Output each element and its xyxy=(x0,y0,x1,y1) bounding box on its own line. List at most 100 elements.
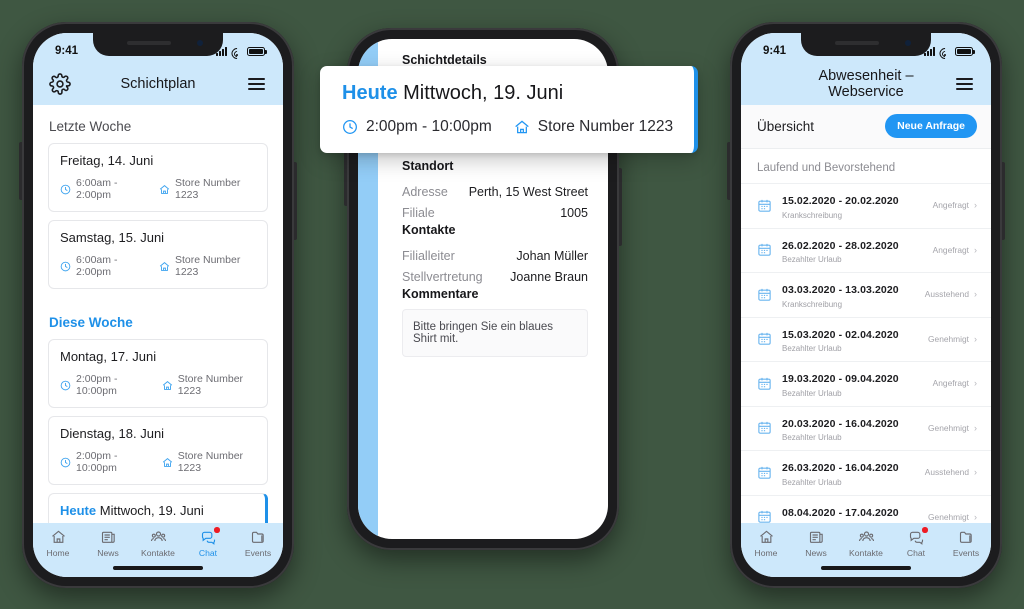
absence-row[interactable]: 03.03.2020 - 13.03.2020 Krankschreibung … xyxy=(741,272,991,317)
tab-kontakte[interactable]: Kontakte xyxy=(133,529,183,558)
calendar-icon xyxy=(757,509,772,523)
tab-news[interactable]: News xyxy=(791,529,841,558)
status-label: Angefragt xyxy=(932,200,969,211)
chevron-right-icon: › xyxy=(974,511,977,522)
tab-home[interactable]: Home xyxy=(741,529,791,558)
absence-dates: 15.02.2020 - 20.02.2020 xyxy=(782,195,899,207)
absence-text: 08.04.2020 - 17.04.2020 Bezahlter Urlaub xyxy=(782,503,918,524)
absence-row[interactable]: 15.02.2020 - 20.02.2020 Krankschreibung … xyxy=(741,183,991,228)
hamburger-menu-icon[interactable] xyxy=(953,73,975,95)
absence-row[interactable]: 26.03.2020 - 16.04.2020 Bezahlter Urlaub… xyxy=(741,450,991,495)
detail-value: Joanne Braun xyxy=(510,269,588,284)
shift-card-today[interactable]: Heute Mittwoch, 19. Juni 2:00pm - 10:00p… xyxy=(48,493,268,523)
absence-status: Ausstehend › xyxy=(925,467,977,477)
home-indicator xyxy=(821,566,911,570)
store-home-icon xyxy=(162,457,173,468)
status-bar-time: 9:41 xyxy=(55,45,79,57)
comments-group: Kommentare Bitte bringen Sie ein blaues … xyxy=(402,287,588,357)
detail-key: Adresse xyxy=(402,184,448,199)
screenshot-stage: 9:41 Schichtplan Letzte Woche Freitag, 1… xyxy=(0,0,1024,609)
store-home-icon xyxy=(162,380,173,391)
clock-icon xyxy=(60,457,71,468)
status-label: Genehmigt xyxy=(928,333,969,344)
chevron-right-icon: › xyxy=(974,200,977,211)
shift-time: 6:00am - 2:00pm xyxy=(60,177,146,201)
tab-kontakte[interactable]: Kontakte xyxy=(841,529,891,558)
status-bar-indicators xyxy=(216,45,267,61)
tab-chat[interactable]: Chat xyxy=(891,527,941,558)
absence-row[interactable]: 19.03.2020 - 09.04.2020 Bezahlter Urlaub… xyxy=(741,361,991,406)
hamburger-menu-icon[interactable] xyxy=(245,73,267,95)
absence-text: 26.03.2020 - 16.04.2020 Bezahlter Urlaub xyxy=(782,458,915,487)
absence-dates: 19.03.2020 - 09.04.2020 xyxy=(782,373,899,385)
tab-label: News xyxy=(805,548,827,558)
today-badge: Heute xyxy=(60,503,97,518)
gear-icon[interactable] xyxy=(49,73,71,95)
calendar-icon xyxy=(757,465,772,480)
detail-key: Filialleiter xyxy=(402,248,455,263)
shift-card[interactable]: Samstag, 15. Juni 6:00am - 2:00pm Store … xyxy=(48,220,268,289)
detail-value: 1005 xyxy=(560,205,588,220)
schedule-list: Letzte Woche Freitag, 14. Juni 6:00am - … xyxy=(33,105,283,523)
front-camera-icon xyxy=(905,40,911,46)
store-home-icon xyxy=(159,184,170,195)
shift-time-label: 6:00am - 2:00pm xyxy=(76,177,118,201)
absence-text: 15.02.2020 - 20.02.2020 Krankschreibung xyxy=(782,191,923,220)
status-bar-time: 9:41 xyxy=(763,45,787,57)
tab-chat[interactable]: Chat xyxy=(183,527,233,558)
battery-icon xyxy=(955,46,975,56)
shift-card[interactable]: Freitag, 14. Juni 6:00am - 2:00pm Store … xyxy=(48,143,268,212)
absence-row[interactable]: 26.02.2020 - 28.02.2020 Bezahlter Urlaub… xyxy=(741,227,991,273)
absence-row[interactable]: 20.03.2020 - 16.04.2020 Bezahlter Urlaub… xyxy=(741,405,991,451)
calendar-icon xyxy=(757,376,772,391)
absence-dates: 20.03.2020 - 16.04.2020 xyxy=(782,417,899,430)
shift-card[interactable]: Montag, 17. Juni 2:00pm - 10:00pm Store … xyxy=(48,339,268,408)
floating-card-time-label: 2:00pm - 10:00pm xyxy=(366,118,492,135)
clock-icon xyxy=(60,380,71,391)
speaker-grille xyxy=(127,41,171,45)
tab-events[interactable]: Events xyxy=(233,529,283,558)
absence-status: Ausstehend › xyxy=(925,289,977,299)
tab-label: Home xyxy=(754,548,778,558)
front-camera-icon xyxy=(197,40,203,46)
new-request-button[interactable]: Neue Anfrage xyxy=(885,114,977,138)
shift-card[interactable]: Dienstag, 18. Juni 2:00pm - 10:00pm Stor… xyxy=(48,416,268,485)
left-nav-bar: Schichtplan xyxy=(33,63,283,105)
comment-text-box[interactable]: Bitte bringen Sie ein blaues Shirt mit. xyxy=(402,309,588,357)
schedule-section: Letzte Woche Freitag, 14. Juni 6:00am - … xyxy=(33,105,283,289)
tab-label: Kontakte xyxy=(849,548,883,558)
notch xyxy=(801,33,931,56)
status-label: Angefragt xyxy=(932,378,969,389)
clock-icon xyxy=(60,261,71,272)
events-folder-icon xyxy=(958,529,975,545)
tab-label: Kontakte xyxy=(141,548,175,558)
calendar-icon xyxy=(757,331,772,346)
overview-bar: Übersicht Neue Anfrage xyxy=(741,105,991,149)
left-phone-screen: 9:41 Schichtplan Letzte Woche Freitag, 1… xyxy=(33,33,283,577)
floating-card-time: 2:00pm - 10:00pm xyxy=(342,118,492,136)
shift-location-label: Store Number 1223 xyxy=(177,450,244,474)
chevron-right-icon: › xyxy=(974,467,977,478)
absence-type: Bezahlter Urlaub xyxy=(782,433,842,442)
tab-home[interactable]: Home xyxy=(33,529,83,558)
absence-row[interactable]: 15.03.2020 - 02.04.2020 Bezahlter Urlaub… xyxy=(741,316,991,362)
tab-events[interactable]: Events xyxy=(941,529,991,558)
floating-card-location: Store Number 1223 xyxy=(514,118,673,136)
shift-time-label: 2:00pm - 10:00pm xyxy=(76,373,118,397)
absence-row[interactable]: 08.04.2020 - 17.04.2020 Bezahlter Urlaub… xyxy=(741,494,991,524)
absence-status: Angefragt › xyxy=(933,245,977,255)
group-heading: Kommentare xyxy=(402,287,479,301)
detail-row: Stellvertretung Joanne Braun xyxy=(402,266,588,287)
group-heading: Kontakte xyxy=(402,223,456,237)
tab-news[interactable]: News xyxy=(83,529,133,558)
today-shift-floating-card[interactable]: Heute Mittwoch, 19. Juni 2:00pm - 10:00p… xyxy=(320,66,698,153)
absence-status: Genehmigt › xyxy=(928,334,977,344)
left-phone-device: 9:41 Schichtplan Letzte Woche Freitag, 1… xyxy=(19,22,297,588)
absence-text: 26.02.2020 - 28.02.2020 Bezahlter Urlaub xyxy=(782,236,923,265)
absence-status: Angefragt › xyxy=(933,378,977,388)
battery-icon xyxy=(247,46,267,56)
status-label: Ausstehend xyxy=(924,467,969,478)
right-nav-bar: Abwesenheit – Webservice xyxy=(741,63,991,105)
absence-dates: 03.03.2020 - 13.03.2020 xyxy=(782,284,899,296)
